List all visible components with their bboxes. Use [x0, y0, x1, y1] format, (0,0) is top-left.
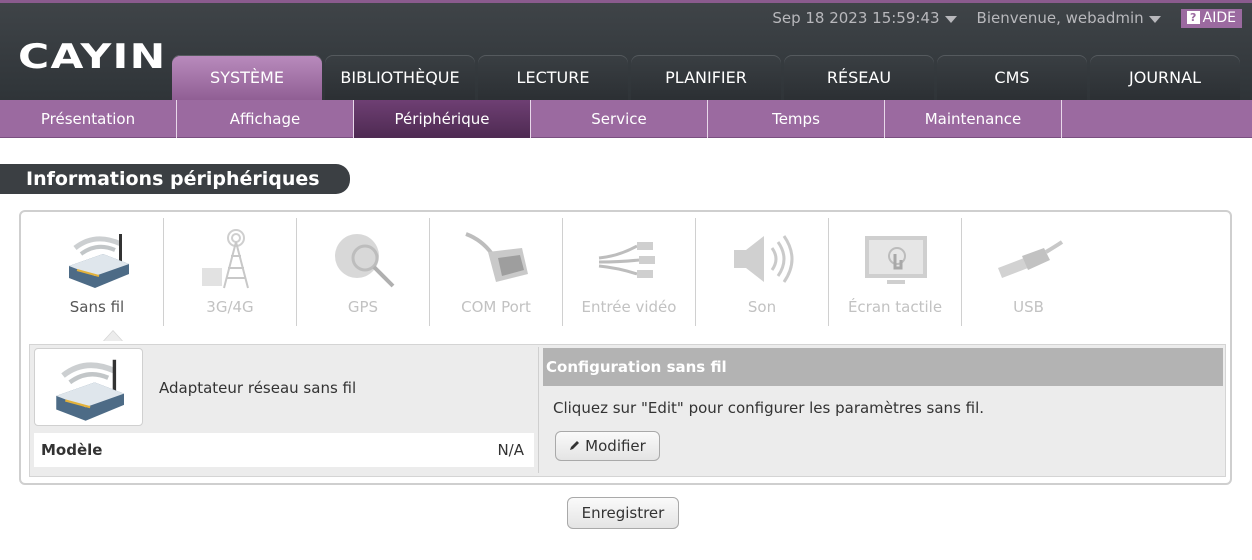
modify-label: Modifier	[585, 437, 646, 455]
subnav-maintenance[interactable]: Maintenance	[885, 100, 1062, 138]
subnav-affichage[interactable]: Affichage	[177, 100, 354, 138]
device-label: COM Port	[461, 298, 531, 316]
datetime-dropdown[interactable]: Sep 18 2023 15:59:43	[772, 9, 957, 27]
device-list: Sans fil 3G/4G GPS COM Port Entrée vidéo…	[31, 218, 1095, 330]
cell-tower-icon	[202, 229, 249, 289]
subnav-peripherique[interactable]: Périphérique	[354, 100, 531, 138]
touchscreen-icon	[865, 236, 927, 284]
device-3g4g[interactable]: 3G/4G	[164, 218, 297, 326]
device-gps[interactable]: GPS	[297, 218, 430, 326]
top-bar: Sep 18 2023 15:59:43 Bienvenue, webadmin…	[772, 7, 1252, 29]
tab-cms[interactable]: CMS	[937, 55, 1087, 101]
chevron-down-icon	[1148, 15, 1161, 23]
subnav-temps[interactable]: Temps	[708, 100, 885, 138]
tab-planifier[interactable]: PLANIFIER	[631, 55, 781, 101]
help-icon: ?	[1186, 11, 1200, 24]
divider	[538, 347, 539, 473]
top-header: CAYIN Sep 18 2023 15:59:43 Bienvenue, we…	[0, 0, 1252, 101]
device-label: Entrée vidéo	[581, 298, 677, 316]
main-tabs: SYSTÈME BIBLIOTHÈQUE LECTURE PLANIFIER R…	[172, 55, 1243, 101]
device-label: GPS	[347, 298, 379, 316]
av-cable-icon	[598, 242, 655, 278]
device-label: Sans fil	[69, 298, 125, 316]
wireless-router-icon	[69, 234, 129, 288]
subnav-service[interactable]: Service	[531, 100, 708, 138]
config-description: Cliquez sur "Edit" pour configurer les p…	[553, 399, 985, 417]
save-button[interactable]: Enregistrer	[567, 497, 679, 529]
sub-navigation: Présentation Affichage Périphérique Serv…	[0, 100, 1252, 138]
device-ecran-tactile[interactable]: Écran tactile	[829, 218, 962, 326]
device-entree-video[interactable]: Entrée vidéo	[563, 218, 696, 326]
tab-bibliotheque[interactable]: BIBLIOTHÈQUE	[325, 55, 475, 101]
welcome-text: Bienvenue, webadmin	[976, 9, 1144, 27]
device-com-port[interactable]: COM Port	[430, 218, 563, 326]
device-label: Son	[747, 298, 777, 316]
serial-cable-icon	[465, 232, 528, 282]
help-label: AIDE	[1202, 9, 1236, 26]
device-label: 3G/4G	[206, 298, 254, 316]
model-label: Modèle	[41, 441, 103, 459]
tab-journal[interactable]: JOURNAL	[1090, 55, 1240, 101]
adapter-title: Adaptateur réseau sans fil	[159, 379, 357, 397]
wireless-router-icon	[56, 359, 124, 421]
adapter-thumbnail	[34, 348, 143, 426]
modify-button[interactable]: Modifier	[555, 431, 660, 461]
gps-globe-icon	[335, 234, 395, 288]
device-usb[interactable]: USB	[962, 218, 1095, 326]
tab-reseau[interactable]: RÉSEAU	[784, 55, 934, 101]
usb-cable-icon	[998, 240, 1064, 278]
device-sans-fil[interactable]: Sans fil	[31, 218, 164, 326]
pencil-icon	[569, 432, 581, 460]
speaker-icon	[734, 235, 794, 283]
tab-lecture[interactable]: LECTURE	[478, 55, 628, 101]
chevron-down-icon	[944, 15, 957, 23]
config-title: Configuration sans fil	[543, 348, 1223, 386]
device-label: USB	[1013, 298, 1044, 316]
user-menu[interactable]: Bienvenue, webadmin	[977, 9, 1161, 27]
device-son[interactable]: Son	[696, 218, 829, 326]
page-title: Informations périphériques	[0, 164, 350, 194]
datetime-text: Sep 18 2023 15:59:43	[772, 9, 940, 27]
device-panel: Sans fil 3G/4G GPS COM Port Entrée vidéo…	[19, 210, 1232, 485]
subnav-presentation[interactable]: Présentation	[0, 100, 177, 138]
device-label: Écran tactile	[847, 298, 943, 316]
cayin-logo: CAYIN	[18, 37, 167, 77]
help-button[interactable]: ? AIDE	[1180, 8, 1242, 28]
device-detail: Adaptateur réseau sans fil Modèle N/A Co…	[29, 344, 1226, 477]
model-row: Modèle N/A	[34, 433, 534, 467]
model-value: N/A	[497, 441, 524, 459]
selection-pointer	[103, 330, 123, 341]
tab-systeme[interactable]: SYSTÈME	[172, 55, 322, 101]
